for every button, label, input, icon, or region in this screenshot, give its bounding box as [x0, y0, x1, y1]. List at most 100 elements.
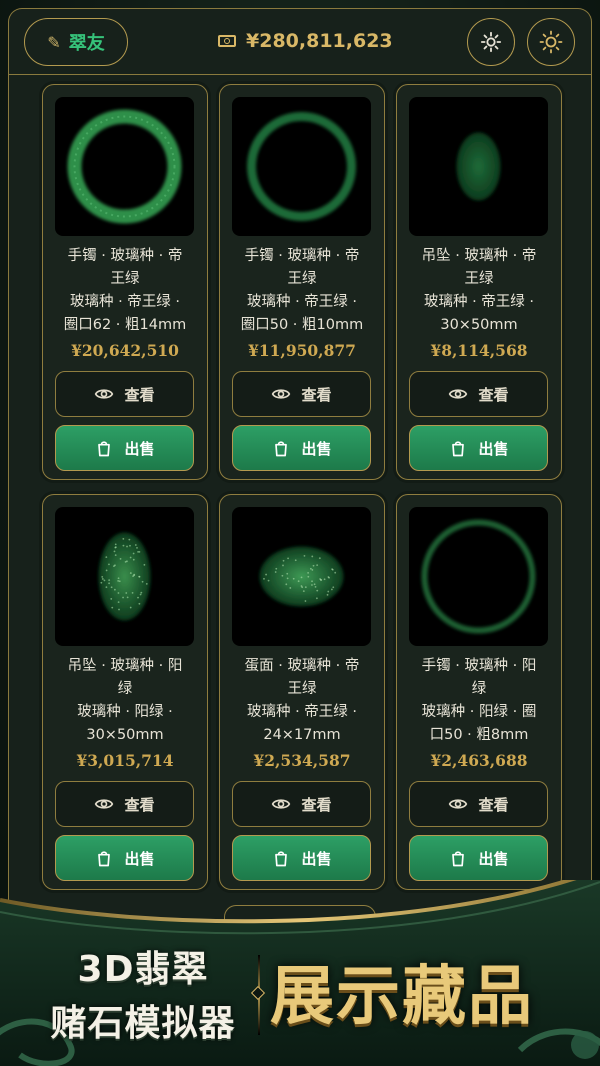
eye-icon — [271, 794, 291, 814]
item-title-line2: 王绿 — [228, 678, 376, 701]
gear-icon — [480, 31, 502, 53]
view-button[interactable]: 查看 — [55, 781, 194, 827]
bag-icon — [94, 438, 114, 458]
item-title-line1: 手镯 · 玻璃种 · 阳 — [405, 655, 553, 678]
item-thumbnail[interactable] — [55, 97, 194, 236]
sell-button[interactable]: 出售 — [55, 425, 194, 471]
item-thumbnail[interactable] — [232, 97, 371, 236]
item-price: ¥20,642,510 — [43, 341, 207, 360]
item-title-line2: 王绿 — [405, 268, 553, 291]
view-button[interactable]: 查看 — [232, 781, 371, 827]
view-button[interactable]: 查看 — [409, 371, 548, 417]
view-button-label: 查看 — [301, 794, 331, 815]
pencil-icon: ✎ — [47, 33, 60, 52]
username-label: 翠友 — [69, 29, 105, 55]
item-thumbnail[interactable] — [409, 507, 548, 646]
item-card[interactable]: 吊坠 · 玻璃种 · 阳 绿 玻璃种 · 阳绿 · 30×50mm ¥3,015… — [42, 494, 208, 890]
item-detail-line1: 玻璃种 · 帝王绿 · — [51, 291, 199, 314]
item-description: 手镯 · 玻璃种 · 阳 绿 玻璃种 · 阳绿 · 圈 口50 · 粗8mm — [405, 655, 553, 747]
sun-icon — [539, 30, 563, 54]
eye-icon — [271, 384, 291, 404]
item-detail-line1: 玻璃种 · 帝王绿 · — [228, 701, 376, 724]
item-thumbnail[interactable] — [409, 97, 548, 236]
sell-button-label: 出售 — [478, 438, 508, 459]
eye-icon — [448, 384, 468, 404]
jade-bangle-thin2-image — [409, 507, 548, 646]
banner-app-name: 3D翡翠 赌石模拟器 — [28, 940, 258, 1046]
bag-icon — [271, 848, 291, 868]
item-price: ¥2,463,688 — [397, 751, 561, 770]
sell-button-label: 出售 — [301, 848, 331, 869]
item-thumbnail[interactable] — [232, 507, 371, 646]
item-price: ¥3,015,714 — [43, 751, 207, 770]
sell-button-label: 出售 — [478, 848, 508, 869]
item-title-line1: 吊坠 · 玻璃种 · 阳 — [51, 655, 199, 678]
item-detail-line2: 30×50mm — [51, 724, 199, 747]
item-detail-line1: 玻璃种 · 阳绿 · 圈 — [405, 701, 553, 724]
item-price: ¥8,114,568 — [397, 341, 561, 360]
bag-icon — [271, 438, 291, 458]
view-button[interactable]: 查看 — [409, 781, 548, 827]
user-name-button[interactable]: ✎ 翠友 — [24, 18, 128, 66]
settings-button[interactable] — [467, 18, 515, 66]
banner-title-line2: 赌石模拟器 — [28, 994, 258, 1046]
eye-icon — [448, 794, 468, 814]
eye-icon — [94, 794, 114, 814]
jade-cabochon-image — [232, 507, 371, 646]
item-title-line2: 王绿 — [51, 268, 199, 291]
item-card[interactable]: 手镯 · 玻璃种 · 阳 绿 玻璃种 · 阳绿 · 圈 口50 · 粗8mm ¥… — [396, 494, 562, 890]
view-button[interactable]: 查看 — [55, 371, 194, 417]
item-title-line2: 绿 — [51, 678, 199, 701]
sell-button[interactable]: 出售 — [232, 425, 371, 471]
item-description: 手镯 · 玻璃种 · 帝 王绿 玻璃种 · 帝王绿 · 圈口50 · 粗10mm — [228, 245, 376, 337]
item-title-line1: 蛋面 · 玻璃种 · 帝 — [228, 655, 376, 678]
sell-button[interactable]: 出售 — [409, 835, 548, 881]
view-button-label: 查看 — [478, 384, 508, 405]
item-price: ¥11,950,877 — [220, 341, 384, 360]
theme-button[interactable] — [527, 18, 575, 66]
view-button-label: 查看 — [124, 384, 154, 405]
cash-icon — [218, 35, 236, 47]
item-detail-line1: 玻璃种 · 阳绿 · — [51, 701, 199, 724]
sell-button-label: 出售 — [301, 438, 331, 459]
item-card[interactable]: 手镯 · 玻璃种 · 帝 王绿 玻璃种 · 帝王绿 · 圈口50 · 粗10mm… — [219, 84, 385, 480]
item-detail-line1: 玻璃种 · 帝王绿 · — [228, 291, 376, 314]
item-card[interactable]: 手镯 · 玻璃种 · 帝 王绿 玻璃种 · 帝王绿 · 圈口62 · 粗14mm… — [42, 84, 208, 480]
item-title-line1: 手镯 · 玻璃种 · 帝 — [228, 245, 376, 268]
item-price: ¥2,534,587 — [220, 751, 384, 770]
sell-button[interactable]: 出售 — [232, 835, 371, 881]
view-button-label: 查看 — [124, 794, 154, 815]
item-title-line2: 绿 — [405, 678, 553, 701]
item-description: 吊坠 · 玻璃种 · 阳 绿 玻璃种 · 阳绿 · 30×50mm — [51, 655, 199, 747]
item-detail-line1: 玻璃种 · 帝王绿 · — [405, 291, 553, 314]
item-detail-line2: 圈口62 · 粗14mm — [51, 314, 199, 337]
item-title-line1: 吊坠 · 玻璃种 · 帝 — [405, 245, 553, 268]
eye-icon — [94, 384, 114, 404]
banner-slogan: 展示藏品 — [270, 945, 534, 1037]
jade-bangle-image — [55, 97, 194, 236]
top-bar: ✎ 翠友 ¥280,811,623 — [8, 8, 592, 75]
sell-button[interactable]: 出售 — [409, 425, 548, 471]
item-title-line1: 手镯 · 玻璃种 · 帝 — [51, 245, 199, 268]
jade-bangle-thin-image — [232, 97, 371, 236]
banner-title-line1: 3D翡翠 — [28, 940, 258, 992]
sell-button-label: 出售 — [124, 848, 154, 869]
sell-button[interactable]: 出售 — [55, 835, 194, 881]
balance-value: ¥280,811,623 — [246, 30, 393, 52]
bag-icon — [448, 438, 468, 458]
item-description: 手镯 · 玻璃种 · 帝 王绿 玻璃种 · 帝王绿 · 圈口62 · 粗14mm — [51, 245, 199, 337]
item-detail-line2: 24×17mm — [228, 724, 376, 747]
collection-grid: 手镯 · 玻璃种 · 帝 王绿 玻璃种 · 帝王绿 · 圈口62 · 粗14mm… — [42, 84, 562, 890]
view-button[interactable]: 查看 — [232, 371, 371, 417]
item-description: 蛋面 · 玻璃种 · 帝 王绿 玻璃种 · 帝王绿 · 24×17mm — [228, 655, 376, 747]
item-detail-line2: 30×50mm — [405, 314, 553, 337]
balance-display: ¥280,811,623 — [218, 30, 393, 52]
item-thumbnail[interactable] — [55, 507, 194, 646]
item-title-line2: 王绿 — [228, 268, 376, 291]
sell-button-label: 出售 — [124, 438, 154, 459]
view-button-label: 查看 — [478, 794, 508, 815]
jade-pendant-speckle-image — [55, 507, 194, 646]
item-card[interactable]: 蛋面 · 玻璃种 · 帝 王绿 玻璃种 · 帝王绿 · 24×17mm ¥2,5… — [219, 494, 385, 890]
app-root: ✎ 翠友 ¥280,811,623 手镯 · 玻璃种 · 帝 王绿 玻璃种 · … — [0, 0, 600, 1066]
item-card[interactable]: 吊坠 · 玻璃种 · 帝 王绿 玻璃种 · 帝王绿 · 30×50mm ¥8,1… — [396, 84, 562, 480]
